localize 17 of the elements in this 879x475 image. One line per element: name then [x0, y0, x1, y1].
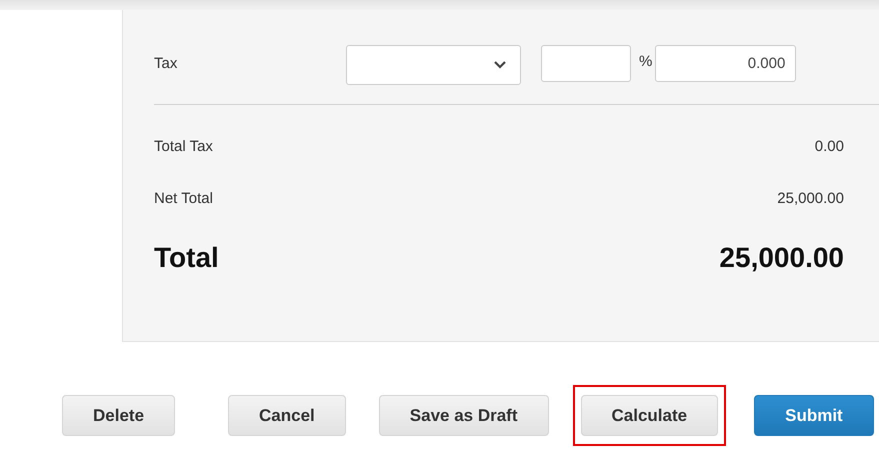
- action-button[interactable]: Cancel: [228, 395, 346, 436]
- rate-field[interactable]: [541, 45, 631, 82]
- tax-select[interactable]: [346, 45, 521, 85]
- total-value: 0.00: [814, 137, 844, 157]
- total-label: Total: [154, 241, 219, 275]
- action-button[interactable]: Save as Draft: [378, 395, 549, 436]
- chevron-down-icon: [494, 61, 506, 69]
- tax-amount-field[interactable]: 0.000: [655, 45, 796, 82]
- action-button[interactable]: Delete: [62, 395, 176, 436]
- action-button[interactable]: Submit: [754, 395, 874, 436]
- tax-label: Tax: [154, 55, 178, 72]
- total-value: 25,000.00: [777, 189, 844, 209]
- total-value: 25,000.00: [719, 241, 844, 275]
- action-button[interactable]: Calculate: [580, 395, 718, 436]
- total-label: Net Total: [154, 189, 213, 209]
- percent-label: %: [639, 53, 652, 70]
- total-label: Total Tax: [154, 137, 213, 157]
